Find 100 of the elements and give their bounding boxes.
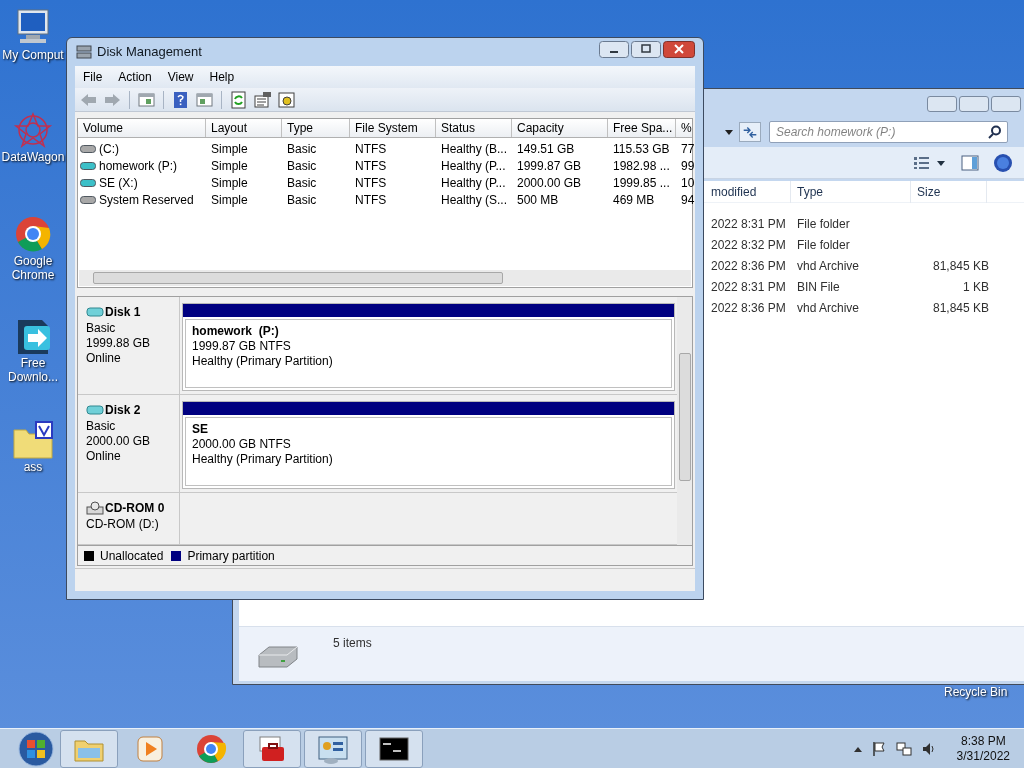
refresh-icon[interactable] bbox=[739, 122, 761, 142]
table-cell[interactable]: NTFS bbox=[350, 173, 436, 192]
table-cell[interactable]: 10 bbox=[676, 173, 696, 192]
column-header[interactable]: Capacity bbox=[512, 119, 608, 137]
console-tree-icon[interactable] bbox=[137, 90, 156, 109]
status-text: 5 items bbox=[333, 635, 372, 652]
column-header[interactable]: % bbox=[676, 119, 692, 137]
disk-info: Online bbox=[86, 449, 122, 465]
network-icon[interactable] bbox=[894, 740, 913, 757]
column-header[interactable]: Size bbox=[911, 180, 987, 203]
menu-item[interactable]: Help bbox=[209, 68, 235, 86]
partition-block[interactable]: SE 2000.00 GB NTFS Healthy (Primary Partition) bbox=[182, 401, 675, 490]
column-header[interactable]: Layout bbox=[206, 119, 282, 137]
table-cell[interactable]: Healthy (P... bbox=[436, 156, 512, 175]
column-header[interactable]: modified bbox=[705, 180, 791, 203]
table-cell[interactable]: Basic bbox=[282, 156, 350, 175]
partition-status: Healthy (Primary Partition) bbox=[192, 354, 334, 369]
close-button[interactable] bbox=[663, 40, 695, 58]
table-cell[interactable]: 1999.87 GB bbox=[512, 156, 608, 175]
table-cell[interactable]: NTFS bbox=[350, 139, 436, 158]
desktop-icon-label[interactable]: ass bbox=[23, 460, 43, 474]
preview-pane-icon[interactable] bbox=[961, 154, 979, 171]
table-cell[interactable]: (C:) bbox=[99, 139, 119, 158]
view-options-icon[interactable] bbox=[913, 155, 947, 170]
search-field[interactable]: Search homework (P:) bbox=[769, 121, 1008, 143]
table-cell-text: 2022 8:36 PM bbox=[711, 299, 787, 317]
partition-block[interactable]: homework (P:) 1999.87 GB NTFS Healthy (Primary Partition) bbox=[182, 303, 675, 391]
table-cell-text: 81,845 KB bbox=[931, 257, 989, 275]
disk-info: Online bbox=[86, 351, 122, 366]
table-cell[interactable]: Simple bbox=[206, 173, 282, 192]
menu-item[interactable]: Action bbox=[118, 68, 152, 86]
table-cell[interactable]: homework (P:) bbox=[99, 156, 178, 175]
partition-status: Healthy (Primary Partition) bbox=[192, 452, 334, 468]
desktop-icon-label[interactable]: Google Chrome bbox=[0, 254, 66, 282]
table-cell[interactable]: NTFS bbox=[350, 156, 436, 175]
recycle-bin-label: Recycle Bin bbox=[944, 684, 1008, 701]
table-cell[interactable]: NTFS bbox=[350, 190, 436, 209]
desktop-icon-label[interactable]: DataWagon bbox=[1, 150, 65, 164]
partition-size: 2000.00 GB NTFS bbox=[192, 437, 292, 453]
table-cell[interactable]: Healthy (B... bbox=[436, 139, 512, 158]
table-cell[interactable]: Basic bbox=[282, 139, 350, 158]
table-cell[interactable]: 77 bbox=[676, 139, 696, 158]
desktop-icon-label[interactable]: Free Downlo... bbox=[0, 356, 66, 384]
menu-item[interactable]: File bbox=[83, 68, 103, 86]
table-cell[interactable]: Simple bbox=[206, 139, 282, 158]
table-cell-text: 2022 8:36 PM bbox=[711, 257, 787, 275]
properties-icon[interactable] bbox=[253, 90, 272, 109]
table-cell-text: File folder bbox=[797, 215, 851, 233]
column-header[interactable]: Volume bbox=[78, 119, 206, 137]
table-cell-text: 2022 8:32 PM bbox=[711, 236, 787, 254]
folder-icon[interactable] bbox=[12, 420, 54, 460]
disk-management-icon bbox=[75, 44, 93, 60]
table-cell[interactable]: Healthy (P... bbox=[436, 173, 512, 192]
star-pattern-icon[interactable] bbox=[12, 110, 54, 150]
taskbar-button[interactable] bbox=[243, 729, 301, 768]
refresh-icon[interactable] bbox=[229, 90, 248, 109]
settings-icon[interactable] bbox=[277, 90, 296, 109]
column-header[interactable]: Type bbox=[282, 119, 350, 137]
table-cell-text: 2022 8:31 PM bbox=[711, 278, 787, 296]
menu-item[interactable]: View bbox=[167, 68, 194, 86]
flag-icon[interactable] bbox=[870, 740, 887, 757]
clock-date[interactable]: 3/31/2022 bbox=[956, 748, 1010, 764]
table-cell[interactable]: 469 MB bbox=[608, 190, 676, 209]
vertical-scrollbar[interactable] bbox=[677, 297, 692, 545]
clock-time[interactable]: 8:38 PM bbox=[960, 733, 1006, 749]
table-cell[interactable]: 1982.98 ... bbox=[608, 156, 676, 175]
search-icon bbox=[988, 125, 1002, 139]
column-header[interactable]: File System bbox=[350, 119, 436, 137]
table-cell[interactable]: Simple bbox=[206, 156, 282, 175]
table-cell[interactable]: 94 bbox=[676, 190, 696, 209]
table-cell[interactable]: 149.51 GB bbox=[512, 139, 608, 158]
partition-name: homework (P:) bbox=[192, 324, 280, 339]
column-header[interactable]: Status bbox=[436, 119, 512, 137]
table-cell-text: 2022 8:31 PM bbox=[711, 215, 787, 233]
table-cell-text: 81,845 KB bbox=[931, 299, 989, 317]
taskbar-button[interactable] bbox=[365, 729, 423, 768]
window-title: Disk Management bbox=[97, 43, 202, 62]
column-header[interactable]: Type bbox=[791, 180, 911, 203]
minimize-button[interactable] bbox=[599, 40, 629, 58]
maximize-button[interactable] bbox=[959, 96, 989, 112]
table-cell[interactable]: 99 bbox=[676, 156, 696, 175]
dropdown-icon bbox=[723, 128, 735, 136]
disk-info: Basic bbox=[86, 419, 117, 435]
table-cell[interactable]: 1999.85 ... bbox=[608, 173, 676, 192]
horizontal-scrollbar[interactable] bbox=[79, 270, 691, 286]
column-header[interactable]: Free Spa... bbox=[608, 119, 676, 137]
cd-drive-icon bbox=[86, 501, 104, 516]
table-cell[interactable]: 2000.00 GB bbox=[512, 173, 608, 192]
table-cell[interactable]: Healthy (S... bbox=[436, 190, 512, 209]
table-cell[interactable]: SE (X:) bbox=[99, 173, 138, 192]
table-cell[interactable]: Simple bbox=[206, 190, 282, 209]
partition-size: 1999.87 GB NTFS bbox=[192, 339, 292, 354]
table-cell[interactable]: Basic bbox=[282, 190, 350, 209]
maximize-button[interactable] bbox=[631, 40, 661, 58]
table-cell[interactable]: 115.53 GB bbox=[608, 139, 676, 158]
table-cell[interactable]: Basic bbox=[282, 173, 350, 192]
desktop-icon-label[interactable]: My Comput bbox=[2, 48, 64, 62]
table-cell[interactable]: System Reserved bbox=[99, 190, 194, 209]
action-pane-icon[interactable] bbox=[195, 90, 214, 109]
table-cell[interactable]: 500 MB bbox=[512, 190, 608, 209]
